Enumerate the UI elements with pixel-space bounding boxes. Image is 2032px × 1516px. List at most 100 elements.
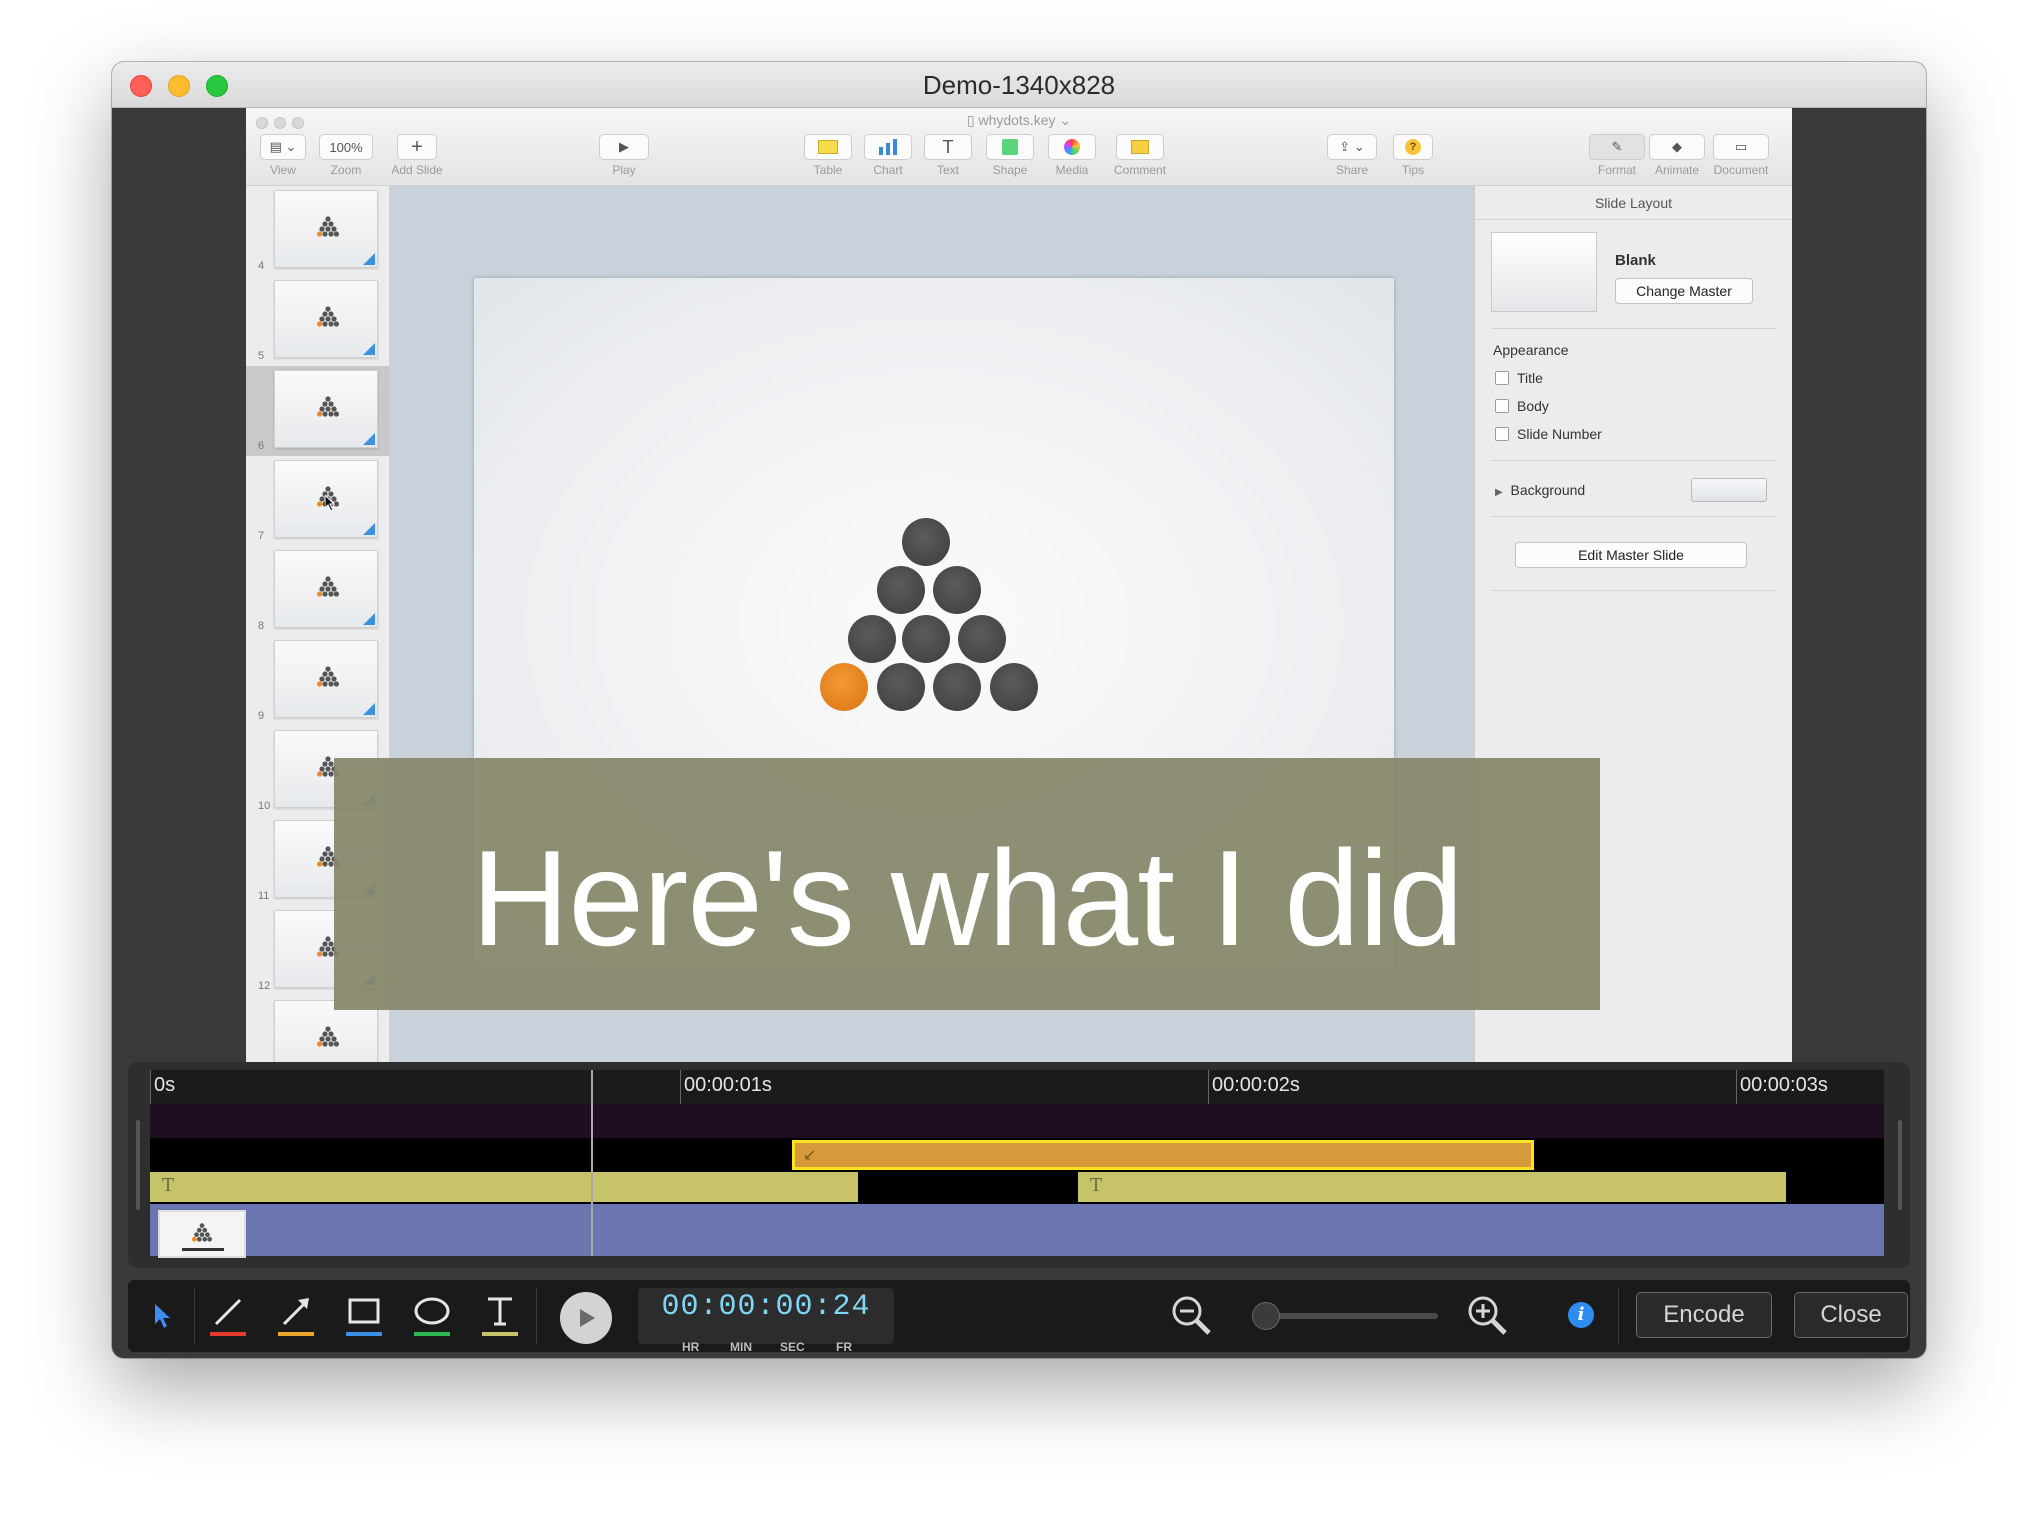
add-slide-button[interactable]: + Add Slide — [386, 134, 448, 177]
slide-thumbnail-4[interactable]: 4 — [246, 186, 390, 276]
timecode-display[interactable]: 00:00:00:24 HR MIN SEC FR — [638, 1288, 894, 1354]
build-indicator-icon — [363, 523, 375, 535]
keynote-toolbar: ▯ whydots.key ⌄ ▤ ⌄ View 100% Zoom + Add… — [246, 108, 1792, 186]
arrow-annotation-clip[interactable]: ↙ — [792, 1140, 1534, 1170]
dot — [933, 663, 981, 711]
build-indicator-icon — [363, 703, 375, 715]
checkbox-icon — [1495, 427, 1509, 441]
appearance-heading: Appearance — [1493, 342, 1569, 358]
video-track[interactable] — [150, 1204, 1884, 1256]
dots-triangle-icon — [317, 396, 339, 417]
background-color-well[interactable] — [1691, 478, 1767, 502]
select-tool[interactable] — [138, 1292, 186, 1340]
body-checkbox[interactable]: Body — [1495, 398, 1549, 414]
text-icon: T — [1090, 1175, 1103, 1196]
slide-thumbnail-9[interactable]: 9 — [246, 636, 390, 726]
dots-triangle-icon — [192, 1223, 212, 1242]
tick-label: 00:00:01s — [684, 1074, 772, 1096]
arrow-tool[interactable] — [272, 1292, 320, 1340]
text-button[interactable]: T Text — [922, 134, 974, 177]
slide-thumbnail-5[interactable]: 5 — [246, 276, 390, 366]
slide-thumbnail-8[interactable]: 8 — [246, 546, 390, 636]
zoom-in-button[interactable] — [1464, 1292, 1512, 1340]
frame-unit: FR — [836, 1340, 852, 1354]
change-master-button[interactable]: Change Master — [1615, 278, 1753, 304]
slide-number-checkbox[interactable]: Slide Number — [1495, 426, 1602, 442]
view-icon: ▤ ⌄ — [260, 134, 306, 160]
comment-button[interactable]: Comment — [1110, 134, 1170, 177]
play-button[interactable] — [560, 1292, 612, 1344]
background-disclosure[interactable]: ▶ Background — [1495, 482, 1585, 498]
dot — [877, 663, 925, 711]
rectangle-tool[interactable] — [340, 1292, 388, 1340]
video-thumbnail — [158, 1210, 246, 1258]
comment-icon — [1116, 134, 1164, 160]
tips-button[interactable]: ? Tips — [1388, 134, 1438, 177]
animate-tab[interactable]: ◆ Animate — [1648, 134, 1706, 177]
disclosure-triangle-icon: ▶ — [1495, 487, 1503, 498]
title-checkbox[interactable]: Title — [1495, 370, 1543, 386]
time-ruler[interactable]: 0s 00:00:01s 00:00:02s 00:00:03s — [150, 1070, 1884, 1104]
dots-triangle-icon — [317, 576, 339, 597]
divider — [1491, 460, 1776, 461]
slide-thumbnail-6[interactable]: 6 — [246, 366, 390, 456]
text-icon: T — [924, 134, 972, 160]
keynote-document-name[interactable]: ▯ whydots.key ⌄ — [246, 112, 1792, 129]
line-tool[interactable] — [204, 1292, 252, 1340]
timeline-right-handle[interactable] — [1898, 1120, 1902, 1210]
encode-button[interactable]: Encode — [1636, 1292, 1772, 1338]
dots-triangle-icon — [317, 1026, 339, 1047]
caption-overlay[interactable]: Here's what I did — [334, 758, 1600, 1010]
dot — [877, 566, 925, 614]
zoom-slider[interactable] — [1266, 1313, 1438, 1319]
dot — [933, 566, 981, 614]
text-annotation-clip[interactable]: T — [1078, 1172, 1786, 1202]
timeline-left-handle[interactable] — [136, 1120, 140, 1210]
tick-label: 00:00:02s — [1212, 1074, 1300, 1096]
zoom-out-button[interactable] — [1168, 1292, 1216, 1340]
play-icon: ▶ — [599, 134, 649, 160]
slide-thumbnail-7[interactable]: 7 — [246, 456, 390, 546]
minute-unit: MIN — [730, 1340, 752, 1354]
checkbox-icon — [1495, 399, 1509, 413]
edit-master-slide-button[interactable]: Edit Master Slide — [1515, 542, 1747, 568]
text-annotation-clip[interactable]: T — [150, 1172, 858, 1202]
divider — [1491, 516, 1776, 517]
audio-track[interactable] — [150, 1104, 1884, 1138]
divider — [1491, 328, 1776, 329]
timeline-tracks[interactable]: 0s 00:00:01s 00:00:02s 00:00:03s ↙ T T — [150, 1070, 1884, 1258]
playhead[interactable] — [591, 1070, 593, 1256]
media-button[interactable]: Media — [1046, 134, 1098, 177]
build-indicator-icon — [363, 613, 375, 625]
text-tool[interactable] — [476, 1292, 524, 1340]
master-thumbnail[interactable] — [1491, 232, 1597, 312]
mouse-cursor-icon — [325, 495, 336, 511]
zoom-slider-knob[interactable] — [1252, 1302, 1280, 1330]
view-button[interactable]: ▤ ⌄ View — [258, 134, 308, 177]
info-icon[interactable]: i — [1568, 1302, 1594, 1328]
chart-button[interactable]: Chart — [862, 134, 914, 177]
dot — [990, 663, 1038, 711]
plus-icon: + — [397, 134, 437, 160]
zoom-menu[interactable]: 100% Zoom — [318, 134, 374, 177]
inspector-title: Slide Layout — [1475, 186, 1792, 220]
dot — [902, 615, 950, 663]
table-button[interactable]: Table — [802, 134, 854, 177]
tick-label: 00:00:03s — [1740, 1074, 1828, 1096]
share-button[interactable]: ⇪ ⌄ Share — [1324, 134, 1380, 177]
shape-button[interactable]: Shape — [984, 134, 1036, 177]
ellipse-tool[interactable] — [408, 1292, 456, 1340]
divider — [1491, 590, 1776, 591]
format-tab[interactable]: ✎ Format — [1588, 134, 1646, 177]
dots-triangle-graphic[interactable] — [808, 516, 1058, 736]
tick-label: 0s — [154, 1074, 176, 1096]
dots-triangle-icon — [317, 306, 339, 327]
text-icon — [482, 1297, 518, 1336]
tips-icon: ? — [1393, 134, 1433, 160]
arrow-icon — [278, 1298, 314, 1336]
close-button[interactable]: Close — [1794, 1292, 1908, 1338]
shape-icon — [986, 134, 1034, 160]
zoom-value: 100% — [319, 134, 373, 160]
document-tab[interactable]: ▭ Document — [1708, 134, 1774, 177]
play-button[interactable]: ▶ Play — [596, 134, 652, 177]
